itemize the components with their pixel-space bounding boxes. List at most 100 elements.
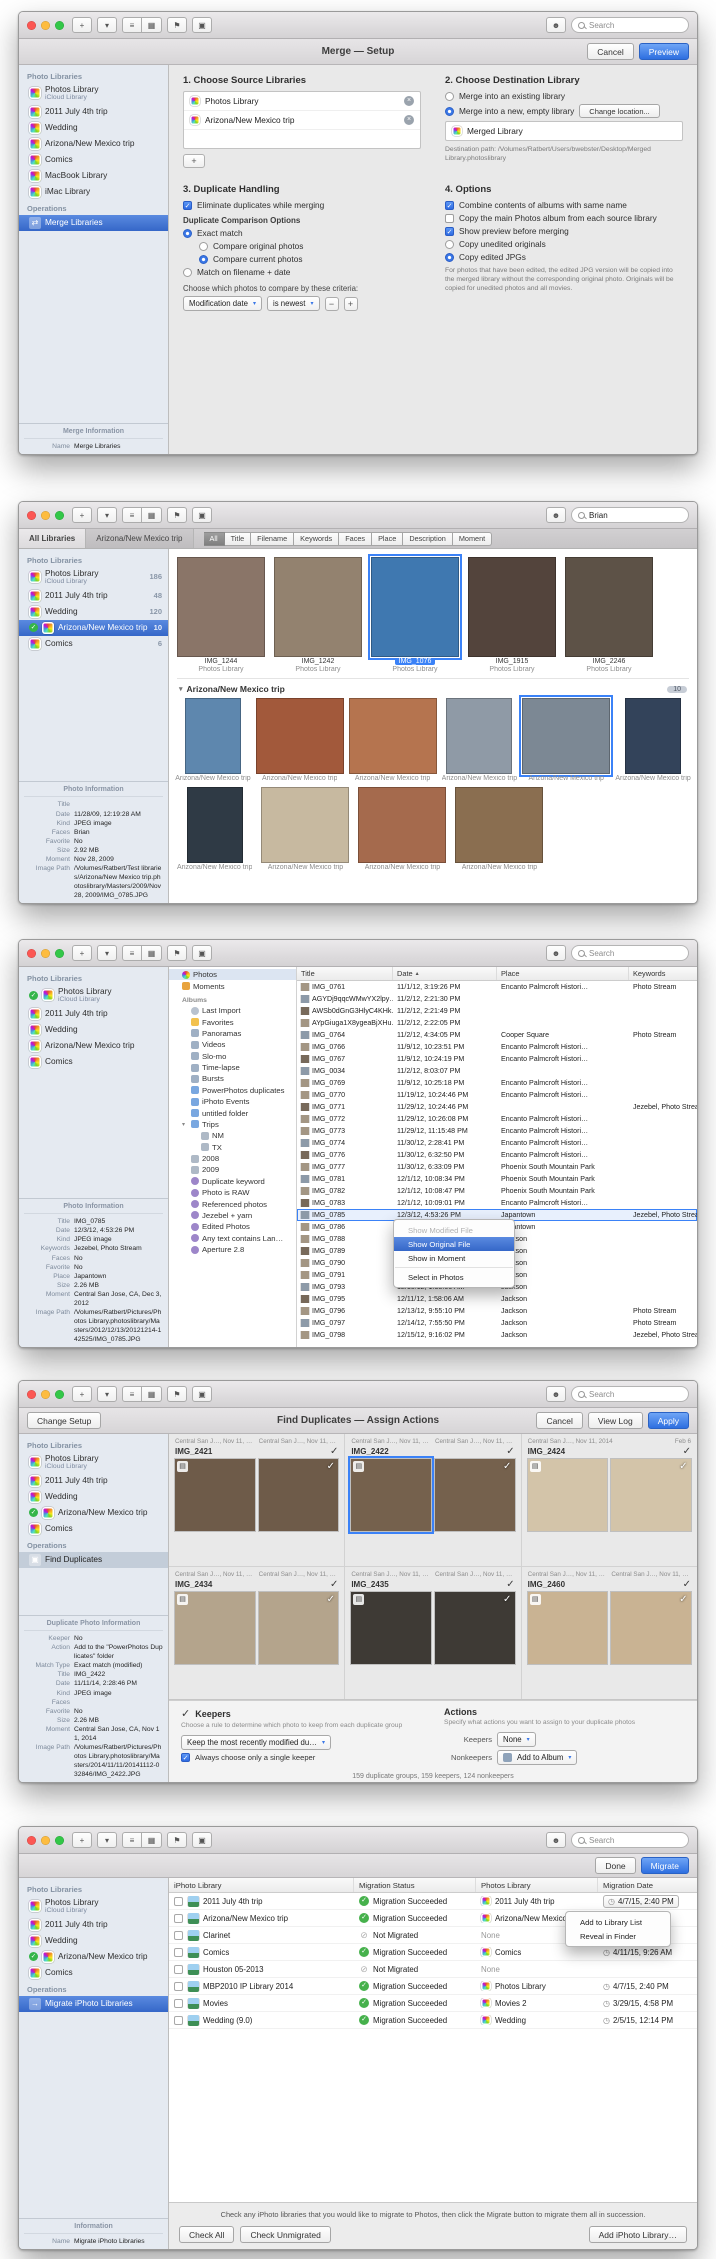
library-item[interactable]: ✓ Arizona/New Mexico trip xyxy=(19,136,168,152)
context-menu-item[interactable]: Show Modified File xyxy=(394,1223,514,1237)
check-unmigrated-button[interactable]: Check Unmigrated xyxy=(240,2226,330,2243)
library-item[interactable]: ✓ Comics xyxy=(19,1965,168,1981)
flag-button[interactable]: ⚑ xyxy=(167,17,187,33)
add-library-button[interactable]: + xyxy=(72,1386,92,1402)
nonkeeper-photo[interactable]: ▤ xyxy=(351,1592,431,1664)
library-item[interactable]: ✓ 2011 July 4th trip xyxy=(19,1006,168,1022)
library-action-menu-button[interactable]: ▾ xyxy=(97,507,117,523)
library-item[interactable]: ✓ Photos Library iCloud Library xyxy=(19,83,168,104)
nonkeeper-photo[interactable]: ▤ xyxy=(175,1459,255,1531)
migration-row[interactable]: MBP2010 IP Library 2014 Migration Succee… xyxy=(169,1978,697,1995)
column-title[interactable]: Title xyxy=(297,967,393,980)
people-button[interactable]: ☻ xyxy=(546,1386,566,1402)
grid-view-button[interactable]: ▦ xyxy=(142,17,162,33)
photo-thumbnail-cell[interactable]: Arizona/New Mexico trip xyxy=(261,787,349,871)
menu-item[interactable]: Add to Library List xyxy=(566,1915,670,1929)
operation-item[interactable]: ▣ Find Duplicates xyxy=(19,1552,168,1568)
library-item[interactable]: ✓ Photos Library iCloud Library xyxy=(19,1896,168,1917)
library-item[interactable]: ✓ Comics 6 xyxy=(19,636,168,652)
nonkeeper-photo[interactable]: ▤ xyxy=(175,1592,255,1664)
migrate-button[interactable]: Migrate xyxy=(641,1857,689,1874)
library-item[interactable]: ✓ Comics xyxy=(19,1521,168,1537)
list-view-button[interactable]: ≡ xyxy=(122,945,142,961)
grid-view-button[interactable]: ▦ xyxy=(142,507,162,523)
tree-item[interactable]: ▾ Moments xyxy=(169,980,296,991)
criteria-rule-select[interactable]: is newest xyxy=(267,296,320,311)
compare-button[interactable]: ▣ xyxy=(192,17,212,33)
migration-row[interactable]: Movies Migration Succeeded Movies 2 xyxy=(169,1995,697,2012)
library-item[interactable]: ✓ Wedding xyxy=(19,1489,168,1505)
keeper-check-icon[interactable]: ✓ xyxy=(330,1446,338,1457)
zoom-button[interactable] xyxy=(55,511,64,520)
search-field[interactable]: Search xyxy=(571,1386,689,1402)
photo-row[interactable]: AYpGiuga1X8ygeaBjXHu… 11/2/12, 2:22:05 P… xyxy=(297,1017,697,1029)
flag-button[interactable]: ⚑ xyxy=(167,945,187,961)
match-filename-radio[interactable] xyxy=(183,268,192,277)
tree-item[interactable]: ▾ Time-lapse xyxy=(169,1062,296,1073)
photo-row[interactable]: IMG_0761 11/1/12, 3:19:26 PM Encanto Pal… xyxy=(297,981,697,993)
search-scope-segment[interactable]: Moment xyxy=(453,532,492,546)
photo-thumbnail-cell[interactable]: Arizona/New Mexico trip xyxy=(443,698,515,782)
photo-row[interactable]: IMG_0781 12/1/12, 10:08:34 PM Phoenix So… xyxy=(297,1173,697,1185)
photo-thumbnail-cell[interactable]: IMG_2246 Photos Library xyxy=(565,557,653,673)
compare-button[interactable]: ▣ xyxy=(192,507,212,523)
photo-row[interactable]: AGYDj9qqcWMwYX2lpy… 11/2/12, 2:21:30 PM xyxy=(297,993,697,1005)
disclosure-icon[interactable]: ▾ xyxy=(179,685,183,693)
search-field[interactable]: Brian xyxy=(571,507,689,523)
list-view-button[interactable]: ≡ xyxy=(122,1832,142,1848)
photo-thumbnail[interactable] xyxy=(455,787,543,863)
add-library-button[interactable]: + xyxy=(72,17,92,33)
nonkeeper-photo[interactable]: ▤ xyxy=(351,1459,431,1531)
keeper-photo[interactable]: ✓ xyxy=(435,1592,515,1664)
remove-icon[interactable]: × xyxy=(404,115,414,125)
source-library-row[interactable]: Photos Library × xyxy=(184,92,420,111)
keeper-photo[interactable]: ✓ xyxy=(259,1459,339,1531)
minimize-button[interactable] xyxy=(41,511,50,520)
column-date[interactable]: Date▴ xyxy=(393,967,497,980)
photo-thumbnail[interactable] xyxy=(522,698,610,774)
photo-row[interactable]: IMG_0796 12/13/12, 9:55:10 PM Jackson Ph… xyxy=(297,1305,697,1317)
library-item[interactable]: ✓ Arizona/New Mexico trip xyxy=(19,1949,168,1965)
people-button[interactable]: ☻ xyxy=(546,945,566,961)
library-checkbox[interactable] xyxy=(174,1948,183,1957)
library-item[interactable]: ✓ 2011 July 4th trip 48 xyxy=(19,588,168,604)
tree-item[interactable]: ▾ untitled folder xyxy=(169,1107,296,1118)
column-place[interactable]: Place xyxy=(497,967,629,980)
library-item[interactable]: ✓ 2011 July 4th trip xyxy=(19,104,168,120)
photo-row[interactable]: IMG_0797 12/14/12, 7:55:50 PM Jackson Ph… xyxy=(297,1317,697,1329)
cancel-button[interactable]: Cancel xyxy=(536,1412,582,1429)
photo-row[interactable]: IMG_0034 11/2/12, 8:03:07 PM xyxy=(297,1065,697,1077)
keepers-action-select[interactable]: None xyxy=(497,1732,536,1747)
duplicate-group[interactable]: Central San J…, Nov 11, 2014 Central San… xyxy=(345,1567,520,1699)
photo-thumbnail-cell[interactable]: Arizona/New Mexico trip xyxy=(455,787,543,871)
migration-row[interactable]: Houston 05-2013 Not Migrated None xyxy=(169,1961,697,1978)
search-scope-segment[interactable]: Faces xyxy=(339,532,372,546)
zoom-button[interactable] xyxy=(55,949,64,958)
library-item[interactable]: ✓ Wedding xyxy=(19,120,168,136)
group-header[interactable]: ▾ Arizona/New Mexico trip 10 xyxy=(177,678,689,698)
photo-thumbnail[interactable] xyxy=(446,698,512,774)
operation-item[interactable]: ⇄ Merge Libraries xyxy=(19,215,168,231)
library-item[interactable]: ✓ 2011 July 4th trip xyxy=(19,1917,168,1933)
tree-item[interactable]: ▾ NM xyxy=(169,1130,296,1141)
check-all-button[interactable]: Check All xyxy=(179,2226,234,2243)
tree-item[interactable]: ▾ Aperture 2.8 xyxy=(169,1244,296,1255)
close-button[interactable] xyxy=(27,21,36,30)
close-button[interactable] xyxy=(27,1836,36,1845)
duplicate-group[interactable]: Central San J…, Nov 11, 2014 Central San… xyxy=(345,1434,520,1566)
close-button[interactable] xyxy=(27,1390,36,1399)
keeper-rule-select[interactable]: Keep the most recently modified du… xyxy=(181,1735,331,1750)
library-item[interactable]: ✓ Comics xyxy=(19,1054,168,1070)
library-checkbox[interactable] xyxy=(174,1897,183,1906)
option-checkbox[interactable] xyxy=(445,227,454,236)
library-item[interactable]: ✓ Arizona/New Mexico trip xyxy=(19,1038,168,1054)
minimize-button[interactable] xyxy=(41,949,50,958)
search-scope-segment[interactable]: Filename xyxy=(251,532,294,546)
tree-item[interactable]: ▾ Videos xyxy=(169,1039,296,1050)
photo-row[interactable]: AWSb0dGnG3HlyC4KHk… 11/2/12, 2:21:49 PM xyxy=(297,1005,697,1017)
context-menu-item[interactable]: Select in Photos xyxy=(394,1270,514,1284)
list-view-button[interactable]: ≡ xyxy=(122,507,142,523)
photo-thumbnail[interactable] xyxy=(349,698,437,774)
photo-row[interactable]: IMG_0777 11/30/12, 6:33:09 PM Phoenix So… xyxy=(297,1161,697,1173)
library-tab[interactable]: All Libraries xyxy=(19,529,86,548)
